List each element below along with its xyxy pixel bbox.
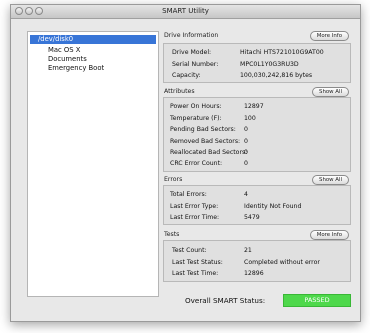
tests-more-info-button[interactable]: More Info: [309, 230, 349, 240]
attributes-show-all-button[interactable]: Show All: [312, 87, 349, 97]
drive-information-header: Drive Information More Info: [163, 31, 351, 41]
power-on-hours-label: Power On Hours:: [170, 103, 222, 110]
pending-bad-sectors-value: 0: [244, 126, 248, 133]
attributes-header: Attributes Show All: [163, 87, 351, 97]
removed-bad-sectors-value: 0: [244, 138, 248, 145]
last-error-type-label: Last Error Type:: [170, 203, 219, 210]
serial-number-label: Serial Number:: [172, 61, 219, 68]
tests-title: Tests: [164, 231, 180, 238]
last-error-type-value: Identity Not Found: [244, 203, 302, 210]
overall-status-badge: PASSED: [283, 294, 351, 307]
power-on-hours-value: 12897: [244, 103, 264, 110]
reallocated-bad-sectors-value: 0: [244, 149, 248, 156]
capacity-label: Capacity:: [172, 72, 201, 79]
crc-error-count-value: 0: [244, 160, 248, 167]
sidebar-item-disk0[interactable]: /dev/disk0: [30, 35, 156, 44]
drive-model-label: Drive Model:: [172, 49, 212, 56]
sidebar-item-documents[interactable]: Documents: [48, 55, 87, 63]
removed-bad-sectors-label: Removed Bad Sectors:: [170, 138, 241, 145]
errors-show-all-button[interactable]: Show All: [312, 175, 349, 185]
tests-header: Tests More Info: [163, 230, 351, 240]
overall-smart-status-label: Overall SMART Status:: [185, 296, 266, 305]
attributes-title: Attributes: [164, 88, 195, 95]
disk-sidebar: /dev/disk0 Mac OS X Documents Emergency …: [27, 31, 159, 297]
last-error-time-label: Last Error Time:: [170, 214, 220, 221]
errors-title: Errors: [164, 176, 183, 183]
test-count-value: 21: [244, 247, 252, 254]
attributes-box: Power On Hours: 12897 Temperature (F): 1…: [163, 97, 351, 172]
test-count-label: Test Count:: [172, 247, 207, 254]
reallocated-bad-sectors-label: Reallocated Bad Sectors:: [170, 149, 248, 156]
title-bar: SMART Utility: [11, 5, 360, 19]
drive-more-info-button[interactable]: More Info: [309, 31, 349, 41]
sidebar-item-emergency-boot[interactable]: Emergency Boot: [48, 64, 104, 72]
errors-box: Total Errors: 4 Last Error Type: Identit…: [163, 185, 351, 225]
last-test-time-label: Last Test Time:: [172, 270, 219, 277]
smart-utility-window: SMART Utility /dev/disk0 Mac OS X Docume…: [10, 4, 361, 322]
errors-header: Errors Show All: [163, 175, 351, 185]
total-errors-value: 4: [244, 191, 248, 198]
drive-model-value: Hitachi HTS721010G9AT00: [240, 49, 324, 56]
tests-box: Test Count: 21 Last Test Status: Complet…: [163, 240, 351, 282]
temperature-value: 100: [244, 115, 256, 122]
drive-information-box: Drive Model: Hitachi HTS721010G9AT00 Ser…: [163, 43, 351, 83]
serial-number-value: MPC0L1Y0G3RU3D: [240, 61, 299, 68]
window-title: SMART Utility: [162, 7, 209, 15]
drive-information-title: Drive Information: [164, 32, 219, 39]
capacity-value: 100,030,242,816 bytes: [240, 72, 313, 79]
total-errors-label: Total Errors:: [170, 191, 207, 198]
sidebar-item-mac-os-x[interactable]: Mac OS X: [48, 46, 80, 54]
last-test-time-value: 12896: [244, 270, 264, 277]
last-test-status-value: Completed without error: [244, 259, 320, 266]
temperature-label: Temperature (F):: [170, 115, 222, 122]
crc-error-count-label: CRC Error Count:: [170, 160, 223, 167]
pending-bad-sectors-label: Pending Bad Sectors:: [170, 126, 236, 133]
last-test-status-label: Last Test Status:: [172, 259, 223, 266]
last-error-time-value: 5479: [244, 214, 260, 221]
